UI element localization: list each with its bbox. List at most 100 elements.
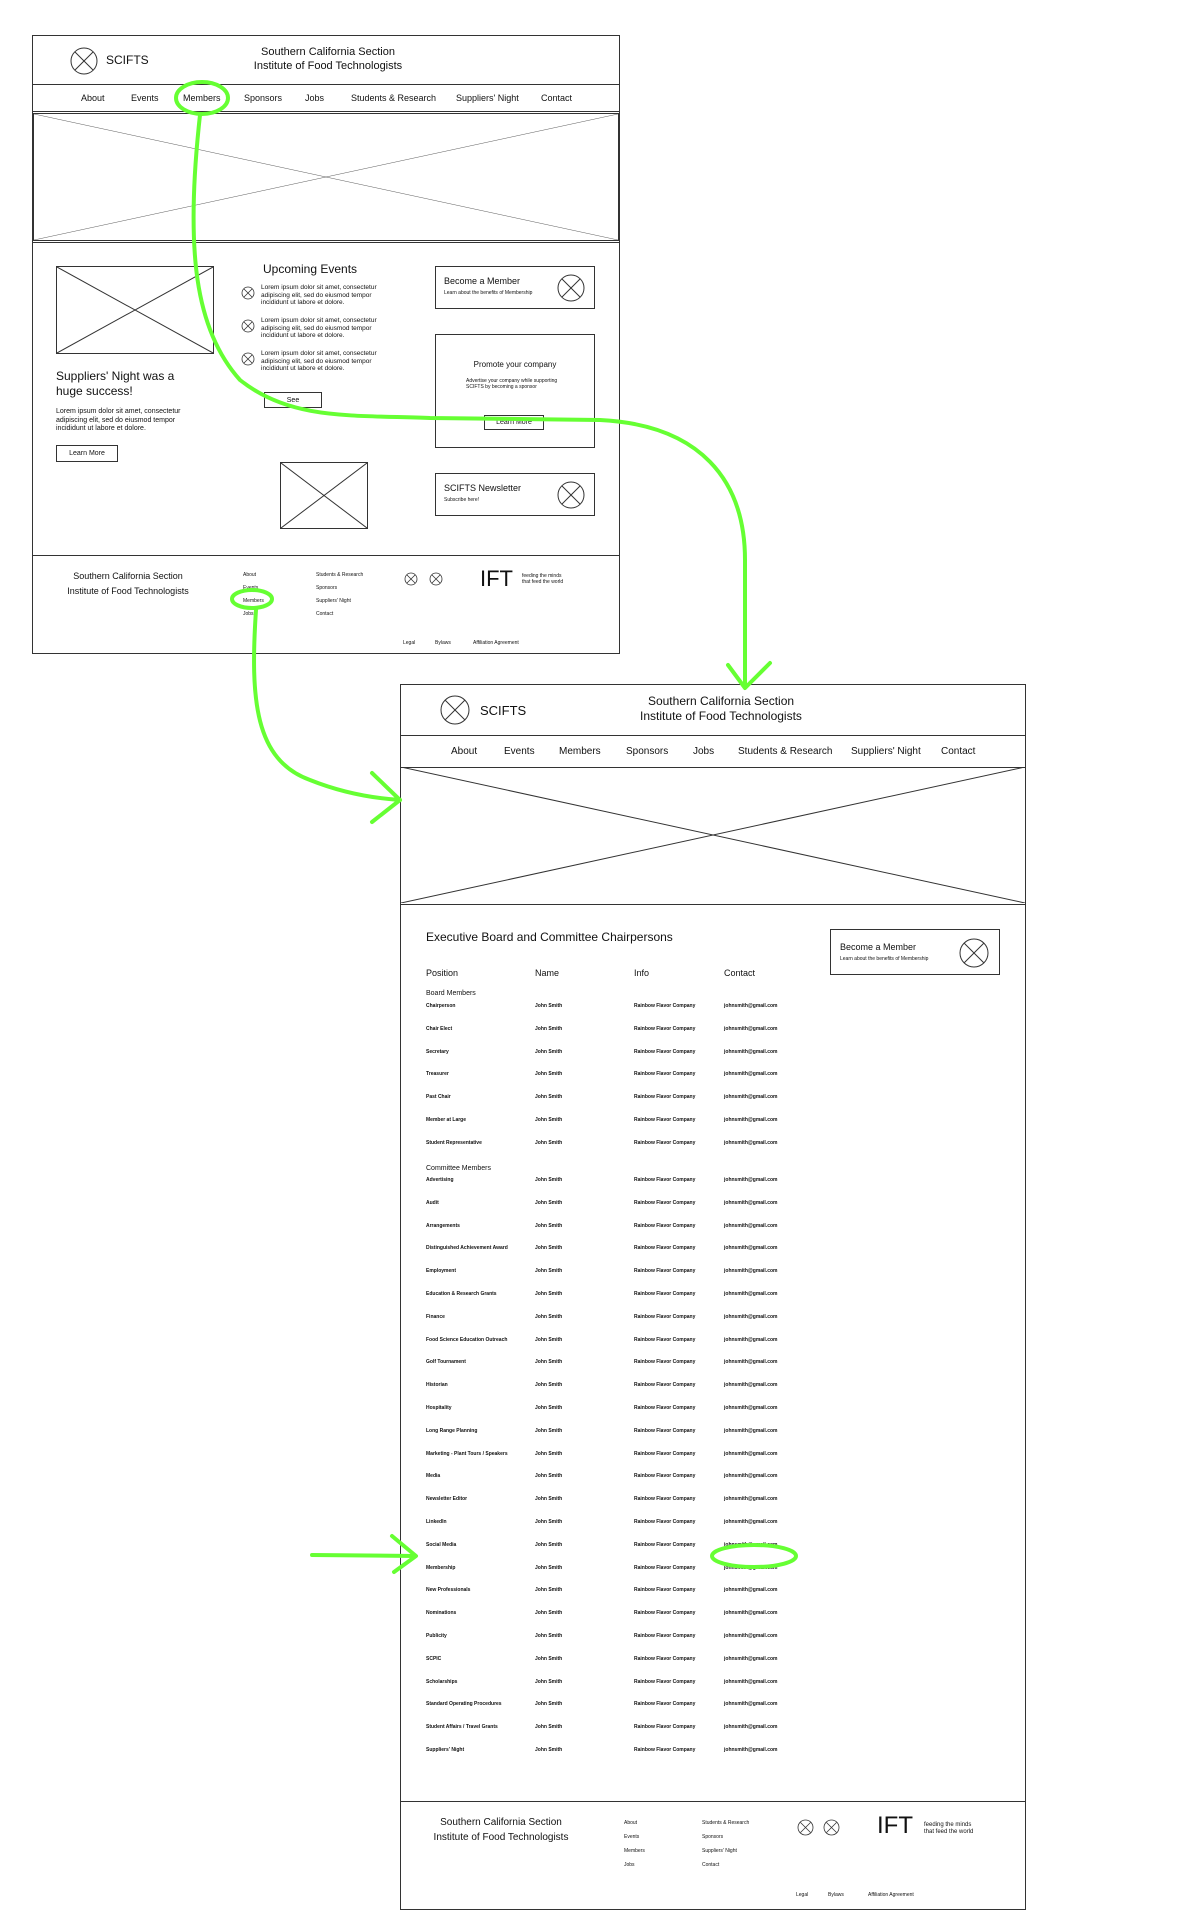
events-see-all-button[interactable]: See bbox=[264, 392, 322, 408]
cell-contact[interactable]: johnsmith@gmail.com bbox=[724, 1177, 778, 1183]
table-row: Audit John Smith Rainbow Flavor Company joh… bbox=[426, 1200, 826, 1210]
nav-sponsors[interactable]: Sponsors bbox=[244, 93, 282, 103]
cell-contact[interactable]: johnsmith@gmail.com bbox=[724, 1428, 778, 1434]
social-icon[interactable] bbox=[429, 572, 443, 586]
cell-contact[interactable]: johnsmith@gmail.com bbox=[724, 1473, 778, 1479]
nav-events[interactable]: Events bbox=[504, 746, 535, 757]
cell-info: Rainbow Flavor Company bbox=[634, 1359, 696, 1366]
cell-contact[interactable]: johnsmith@gmail.com bbox=[724, 1747, 778, 1753]
cell-contact[interactable]: johnsmith@gmail.com bbox=[724, 1291, 778, 1297]
cell-contact[interactable]: johnsmith@gmail.com bbox=[724, 1519, 778, 1525]
footer-link[interactable]: Students & Research bbox=[316, 569, 363, 582]
cell-contact[interactable]: johnsmith@gmail.com bbox=[724, 1542, 778, 1548]
cell-contact[interactable]: johnsmith@gmail.com bbox=[724, 1405, 778, 1411]
event-item[interactable]: Lorem ipsum dolor sit amet, consectetur … bbox=[241, 350, 401, 383]
footer-link[interactable]: Sponsors bbox=[316, 582, 363, 595]
nav-members[interactable]: Members bbox=[183, 93, 221, 103]
newsletter-card[interactable]: SCIFTS Newsletter Subscribe here! bbox=[435, 473, 595, 516]
cell-contact[interactable]: johnsmith@gmail.com bbox=[724, 1071, 778, 1077]
become-member-card[interactable]: Become a Member Learn about the benefits… bbox=[435, 266, 595, 309]
nav-jobs[interactable]: Jobs bbox=[693, 746, 714, 757]
nav-suppliers[interactable]: Suppliers' Night bbox=[456, 93, 519, 103]
cell-name: John Smith bbox=[535, 1633, 563, 1639]
footer-link[interactable]: Events bbox=[243, 582, 264, 595]
footer-link[interactable]: Events bbox=[624, 1830, 645, 1844]
cell-contact[interactable]: johnsmith@gmail.com bbox=[724, 1679, 778, 1685]
bylaws-link[interactable]: Bylaws bbox=[828, 1892, 844, 1898]
footer-link[interactable]: Students & Research bbox=[702, 1816, 749, 1830]
cell-contact[interactable]: johnsmith@gmail.com bbox=[724, 1094, 778, 1100]
footer-links-2: Students & Research Sponsors Suppliers' … bbox=[316, 569, 363, 621]
cell-info: Rainbow Flavor Company bbox=[634, 1747, 696, 1753]
cell-contact[interactable]: johnsmith@gmail.com bbox=[724, 1656, 778, 1662]
footer-link[interactable]: Sponsors bbox=[702, 1830, 749, 1844]
org-line-2: Institute of Food Technologists bbox=[640, 709, 802, 723]
nav-sponsors[interactable]: Sponsors bbox=[626, 746, 668, 757]
cell-contact[interactable]: johnsmith@gmail.com bbox=[724, 1382, 778, 1388]
table-row: Marketing - Plant Tours / Speakers John S… bbox=[426, 1451, 826, 1461]
cell-contact[interactable]: johnsmith@gmail.com bbox=[724, 1200, 778, 1206]
footer-link[interactable]: About bbox=[243, 569, 264, 582]
nav-suppliers[interactable]: Suppliers' Night bbox=[851, 746, 921, 757]
member-icon bbox=[557, 274, 585, 302]
feature-learn-more-button[interactable]: Learn More bbox=[56, 445, 118, 462]
nav-contact[interactable]: Contact bbox=[941, 746, 975, 757]
nav-students[interactable]: Students & Research bbox=[738, 746, 833, 757]
nav-about[interactable]: About bbox=[451, 746, 477, 757]
cell-contact[interactable]: johnsmith@gmail.com bbox=[724, 1359, 778, 1365]
nav-members[interactable]: Members bbox=[559, 746, 601, 757]
promote-learn-more-button[interactable]: Learn More bbox=[484, 415, 544, 430]
cell-contact[interactable]: johnsmith@gmail.com bbox=[724, 1049, 778, 1055]
footer-link[interactable]: Suppliers' Night bbox=[316, 595, 363, 608]
cell-position: Hospitality bbox=[426, 1405, 452, 1411]
cell-contact[interactable]: johnsmith@gmail.com bbox=[724, 1245, 778, 1251]
cell-info: Rainbow Flavor Company bbox=[634, 1222, 696, 1229]
footer-link[interactable]: About bbox=[624, 1816, 645, 1830]
footer-link[interactable]: Suppliers' Night bbox=[702, 1844, 749, 1858]
footer-link[interactable]: Contact bbox=[316, 608, 363, 621]
event-item[interactable]: Lorem ipsum dolor sit amet, consectetur … bbox=[241, 317, 401, 350]
cell-position: Student Affairs / Travel Grants bbox=[426, 1724, 498, 1731]
cell-contact[interactable]: johnsmith@gmail.com bbox=[724, 1633, 778, 1639]
cell-contact[interactable]: johnsmith@gmail.com bbox=[724, 1496, 778, 1502]
table-row: Newsletter Editor John Smith Rainbow Flavo… bbox=[426, 1496, 826, 1506]
cell-contact[interactable]: johnsmith@gmail.com bbox=[724, 1314, 778, 1320]
cell-contact[interactable]: johnsmith@gmail.com bbox=[724, 1451, 778, 1457]
affiliation-link[interactable]: Affiliation Agreement bbox=[868, 1892, 914, 1898]
cell-contact[interactable]: johnsmith@gmail.com bbox=[724, 1140, 778, 1146]
footer-link[interactable]: Members bbox=[243, 595, 264, 608]
cell-name: John Smith bbox=[535, 1268, 563, 1275]
cell-contact[interactable]: johnsmith@gmail.com bbox=[724, 1117, 778, 1123]
cell-contact[interactable]: johnsmith@gmail.com bbox=[724, 1587, 778, 1593]
cell-contact[interactable]: johnsmith@gmail.com bbox=[724, 1003, 778, 1009]
legal-link[interactable]: Legal bbox=[796, 1892, 808, 1898]
become-member-card[interactable]: Become a Member Learn about the benefits… bbox=[830, 929, 1000, 975]
affiliation-link[interactable]: Affiliation Agreement bbox=[473, 640, 519, 646]
footer-link[interactable]: Jobs bbox=[624, 1858, 645, 1872]
nav-about[interactable]: About bbox=[81, 93, 105, 103]
nav-students[interactable]: Students & Research bbox=[351, 93, 436, 103]
cell-contact[interactable]: johnsmith@gmail.com bbox=[724, 1701, 778, 1707]
social-icon[interactable] bbox=[404, 572, 418, 586]
social-icon[interactable] bbox=[823, 1819, 840, 1836]
social-icon[interactable] bbox=[797, 1819, 814, 1836]
footer-link[interactable]: Members bbox=[624, 1844, 645, 1858]
cell-contact[interactable]: johnsmith@gmail.com bbox=[724, 1565, 778, 1571]
cell-contact[interactable]: johnsmith@gmail.com bbox=[724, 1724, 778, 1730]
nav-events[interactable]: Events bbox=[131, 93, 159, 103]
event-item[interactable]: Lorem ipsum dolor sit amet, consectetur … bbox=[241, 284, 401, 317]
cell-contact[interactable]: johnsmith@gmail.com bbox=[724, 1026, 778, 1032]
cell-contact[interactable]: johnsmith@gmail.com bbox=[724, 1268, 778, 1274]
cell-contact[interactable]: johnsmith@gmail.com bbox=[724, 1337, 778, 1343]
cell-contact[interactable]: johnsmith@gmail.com bbox=[724, 1223, 778, 1229]
nav-contact[interactable]: Contact bbox=[541, 93, 572, 103]
col-position: Position bbox=[426, 968, 459, 978]
nav-jobs[interactable]: Jobs bbox=[305, 93, 324, 103]
cell-name: John Smith bbox=[535, 1519, 563, 1525]
bylaws-link[interactable]: Bylaws bbox=[435, 640, 451, 646]
legal-link[interactable]: Legal bbox=[403, 640, 415, 646]
table-row: New Professionals John Smith Rainbow Flavo… bbox=[426, 1587, 826, 1597]
cell-contact[interactable]: johnsmith@gmail.com bbox=[724, 1610, 778, 1616]
footer-link[interactable]: Jobs bbox=[243, 608, 264, 621]
footer-link[interactable]: Contact bbox=[702, 1858, 749, 1872]
